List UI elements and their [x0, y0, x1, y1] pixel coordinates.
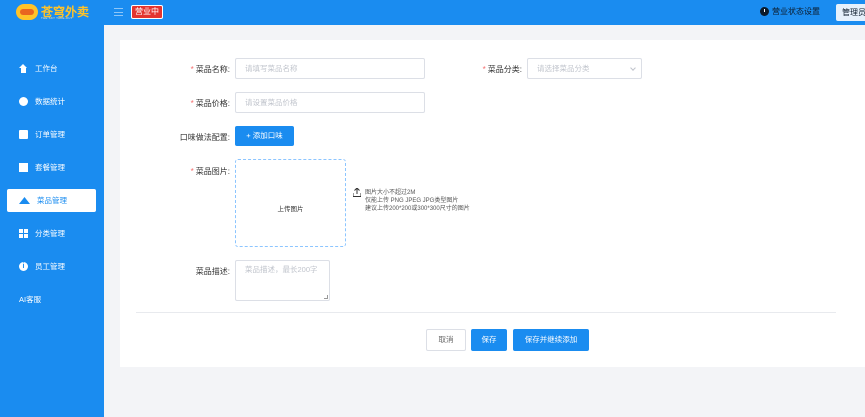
dish-image-label: * 菜品图片: [190, 167, 230, 176]
dish-description-textarea[interactable]: 菜品描述，最长200字 [235, 260, 330, 301]
chart-icon [19, 97, 28, 106]
logo: 苍穹外卖 THE SKY TAKE-OUT [16, 4, 89, 20]
dish-name-input[interactable]: 请填写菜品名称 [235, 58, 425, 79]
divider [136, 312, 836, 313]
grid-icon [19, 229, 28, 238]
status-settings-label: 营业状态设置 [772, 7, 820, 16]
dish-description-placeholder: 菜品描述，最长200字 [245, 265, 318, 274]
form-panel [120, 40, 865, 367]
image-hint-dimension: 建议上传200*200或300*300尺寸的图片 [365, 206, 470, 212]
dish-name-label: * 菜品名称: [190, 65, 230, 74]
sidebar: 工作台 数据统计 订单管理 套餐管理 菜品管理 分类管理 i 员工管理 AI客服 [0, 25, 104, 417]
dish-price-label: * 菜品价格: [190, 99, 230, 108]
sidebar-item-label: 套餐管理 [35, 163, 65, 172]
save-button[interactable]: 保存 [471, 329, 507, 351]
dish-category-select[interactable]: 请选择菜品分类 [527, 58, 642, 79]
sidebar-item-categories[interactable]: 分类管理 [0, 217, 104, 250]
image-hint-type: 仅能上传 PNG JPEG JPG类型图片 [365, 198, 459, 204]
menu-collapse-icon[interactable] [114, 8, 123, 16]
clock-icon [760, 7, 769, 16]
dish-category-label: * 菜品分类: [482, 65, 522, 74]
resize-handle-icon[interactable] [324, 295, 328, 299]
home-icon [19, 64, 28, 73]
sidebar-item-label: 分类管理 [35, 229, 65, 238]
sidebar-item-label: 菜品管理 [37, 196, 67, 205]
dish-icon [19, 197, 30, 204]
save-and-continue-button[interactable]: 保存并继续添加 [513, 329, 589, 351]
sidebar-item-ai-service[interactable]: AI客服 [0, 283, 104, 316]
sidebar-item-label: AI客服 [19, 295, 42, 304]
dish-description-label: 菜品描述: [195, 267, 230, 276]
status-settings-button[interactable]: 营业状态设置 [760, 6, 820, 17]
sidebar-item-label: 工作台 [35, 64, 58, 73]
top-bar: 苍穹外卖 THE SKY TAKE-OUT 营业中 营业状态设置 管理员 [0, 0, 865, 25]
image-hint-size: 图片大小不超过2M [365, 190, 416, 196]
cancel-button[interactable]: 取消 [426, 329, 466, 351]
sidebar-item-setmeal[interactable]: 套餐管理 [0, 151, 104, 184]
add-flavor-button[interactable]: + 添加口味 [235, 126, 294, 146]
sidebar-item-workbench[interactable]: 工作台 [0, 52, 104, 85]
chevron-down-icon [630, 65, 636, 71]
flavor-config-label: 口味做法配置: [179, 133, 230, 142]
sidebar-item-orders[interactable]: 订单管理 [0, 118, 104, 151]
dish-category-placeholder: 请选择菜品分类 [537, 64, 590, 73]
gift-icon [19, 163, 28, 172]
sidebar-item-employees[interactable]: i 员工管理 [0, 250, 104, 283]
info-icon: i [19, 262, 28, 271]
logo-subtitle: THE SKY TAKE-OUT [41, 16, 73, 20]
sidebar-item-dishes[interactable]: 菜品管理 [7, 189, 96, 212]
upload-icon [353, 188, 361, 197]
sidebar-item-statistics[interactable]: 数据统计 [0, 85, 104, 118]
upload-text: 上传图片 [277, 206, 304, 213]
image-upload-area[interactable]: 上传图片 [235, 159, 346, 247]
status-badge: 营业中 [131, 5, 163, 19]
sidebar-item-label: 员工管理 [35, 262, 65, 271]
order-icon [19, 130, 28, 139]
logo-icon [16, 4, 38, 20]
dish-price-input[interactable]: 请设置菜品价格 [235, 92, 425, 113]
sidebar-item-label: 数据统计 [35, 97, 65, 106]
sidebar-item-label: 订单管理 [35, 130, 65, 139]
admin-button[interactable]: 管理员 [836, 4, 865, 21]
